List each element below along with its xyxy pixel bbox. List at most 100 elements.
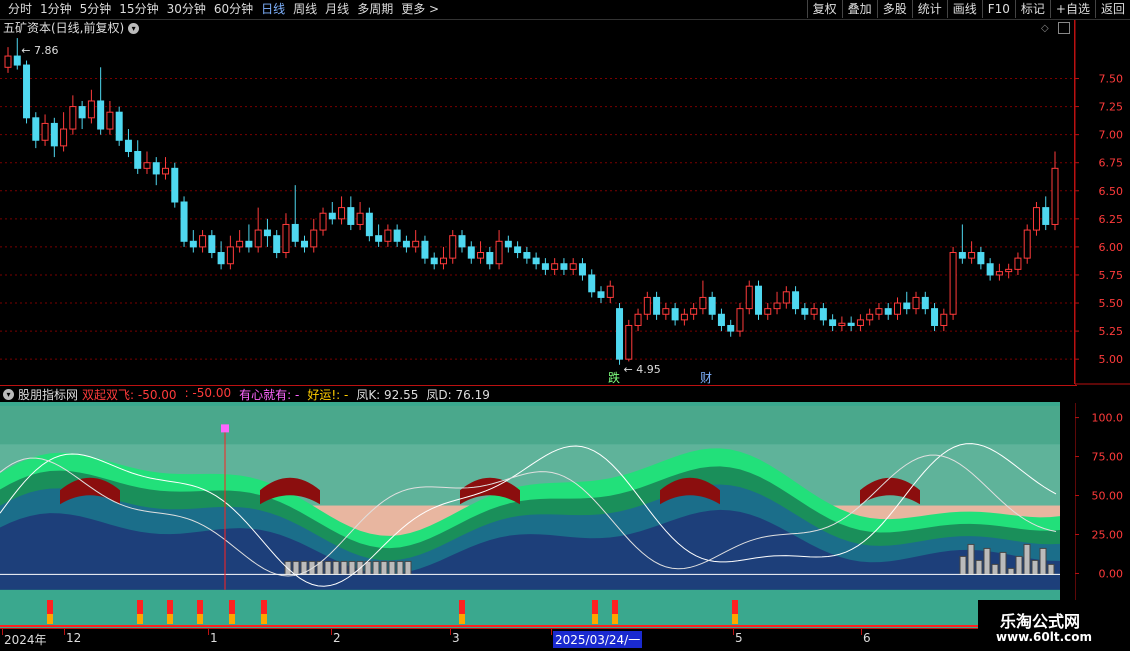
chevron-down-icon[interactable]: ▾ xyxy=(3,389,14,400)
period-tab-9[interactable]: 多周期 xyxy=(353,1,397,18)
candle-body xyxy=(847,322,855,326)
candle-body xyxy=(1042,207,1050,225)
chart-title: 五矿资本(日线,前复权) xyxy=(3,21,125,35)
indicator-hist-bar xyxy=(1031,559,1039,575)
toolbar-button-8[interactable]: 返回 xyxy=(1094,0,1130,18)
indicator-hist-bar xyxy=(396,560,404,575)
period-tab-5[interactable]: 60分钟 xyxy=(210,1,257,18)
candle-body xyxy=(931,308,939,326)
indicator-hist-bar xyxy=(324,560,332,575)
period-tab-6[interactable]: 日线 xyxy=(257,1,289,18)
date-label-7: 6 xyxy=(863,631,871,645)
period-tab-1[interactable]: 1分钟 xyxy=(36,1,76,18)
indicator-hist-bar xyxy=(380,560,388,575)
date-label-4: 3 xyxy=(452,631,460,645)
signal-bar xyxy=(137,600,143,614)
signal-bar xyxy=(732,600,738,614)
candlestick-chart[interactable]: ← 7.86 ← 4.95 跌 财 xyxy=(0,20,1074,385)
indicator-value-4: 凤K: 92.55 xyxy=(356,388,419,402)
top-toolbar: 分时 1分钟 5分钟 15分钟 30分钟 60分钟 日线 周线 月线 多周期 更多 > 复权 叠加 多股… xyxy=(0,0,1130,20)
candle-body xyxy=(755,285,763,315)
period-tab-0[interactable]: 分时 xyxy=(4,1,36,18)
candle-body xyxy=(921,296,929,310)
candle-body xyxy=(1051,167,1059,225)
date-axis: 2024年 12 1 2 3 2025/03/24/一 5 6 xyxy=(0,628,1074,651)
indicator-value-1: : -50.00 xyxy=(184,386,232,400)
indicator-value-2: 有心就有: - xyxy=(239,388,300,402)
candle-body xyxy=(634,313,642,326)
candle-body xyxy=(458,235,466,248)
indicator-value-5: 凤D: 76.19 xyxy=(426,388,490,402)
toolbar-button-5[interactable]: F10 xyxy=(981,0,1015,18)
watermark-url: www.60lt.com xyxy=(996,630,1093,644)
chevron-down-icon[interactable]: ▾ xyxy=(128,22,140,34)
date-label-1: 12 xyxy=(66,631,82,645)
candle-body xyxy=(764,308,772,315)
marker-label: 财 xyxy=(700,371,712,384)
candle-body xyxy=(680,313,688,321)
indicator-panel[interactable] xyxy=(0,402,1074,628)
candle-body xyxy=(727,324,735,332)
candle-body xyxy=(180,201,188,242)
indicator-chart[interactable] xyxy=(0,402,1074,628)
candle-body xyxy=(291,223,299,242)
toolbar-button-1[interactable]: 叠加 xyxy=(841,0,877,18)
window-toggle-icon[interactable] xyxy=(1058,22,1070,34)
candle-body xyxy=(838,322,846,326)
date-tick xyxy=(861,629,862,635)
candle-body xyxy=(393,229,401,242)
candle-body xyxy=(986,263,994,276)
diamond-icon[interactable]: ◇ xyxy=(1041,23,1049,34)
candle-body xyxy=(310,229,318,248)
signal-bar xyxy=(197,614,203,624)
candle-body xyxy=(402,240,410,248)
candle-body xyxy=(643,296,651,315)
candle-body xyxy=(263,229,271,237)
price-tick: 7.25 xyxy=(1099,101,1124,114)
candle-body xyxy=(41,122,49,141)
date-tick xyxy=(450,629,451,635)
indicator-header: ▾ 股朋指标网 双起双飞: -50.00: -50.00 有心就有: - 好运!: … xyxy=(0,385,1077,403)
candle-body xyxy=(653,296,661,315)
candle-body xyxy=(495,240,503,265)
period-tab-2[interactable]: 5分钟 xyxy=(76,1,116,18)
period-tab-4[interactable]: 30分钟 xyxy=(163,1,210,18)
toolbar-button-2[interactable]: 多股 xyxy=(876,0,912,18)
toolbar-button-4[interactable]: 画线 xyxy=(946,0,982,18)
indicator-hist-bar xyxy=(1039,547,1047,575)
period-tab-3[interactable]: 15分钟 xyxy=(115,1,162,18)
toolbar-button-6[interactable]: 标记 xyxy=(1014,0,1050,18)
candle-body xyxy=(152,162,160,175)
indicator-tick: 25.00 xyxy=(1092,528,1124,541)
toolbar-button-7[interactable]: +自选 xyxy=(1049,0,1095,18)
candle-body xyxy=(226,246,234,265)
candle-body xyxy=(810,308,818,315)
price-chart-panel[interactable]: ← 7.86 ← 4.95 跌 财 xyxy=(0,20,1075,385)
indicator-name: 股朋指标网 xyxy=(18,388,79,402)
candle-body xyxy=(717,313,725,326)
indicator-hist-bar xyxy=(284,560,292,575)
candle-body xyxy=(616,308,624,360)
signal-bar xyxy=(229,614,235,624)
toolbar-button-3[interactable]: 统计 xyxy=(911,0,947,18)
candle-body xyxy=(106,111,114,130)
period-tab-7[interactable]: 周线 xyxy=(289,1,321,18)
candle-body xyxy=(736,308,744,332)
marker-label: 跌 xyxy=(608,370,620,384)
date-tick xyxy=(551,629,552,635)
candle-body xyxy=(819,308,827,321)
low-price-label: ← 4.95 xyxy=(624,363,661,376)
period-tab-10[interactable]: 更多 > xyxy=(397,1,443,18)
indicator-hist-bar xyxy=(1023,543,1031,575)
date-tick xyxy=(64,629,65,635)
period-tab-8[interactable]: 月线 xyxy=(321,1,353,18)
signal-bar xyxy=(229,600,235,614)
indicator-hist-bar xyxy=(1007,567,1015,575)
price-tick: 7.50 xyxy=(1099,73,1124,86)
candle-body xyxy=(949,252,957,315)
signal-bar xyxy=(732,614,738,624)
candle-body xyxy=(912,296,920,310)
signal-bar xyxy=(167,614,173,624)
toolbar-button-0[interactable]: 复权 xyxy=(806,0,842,18)
candle-body xyxy=(78,106,86,119)
